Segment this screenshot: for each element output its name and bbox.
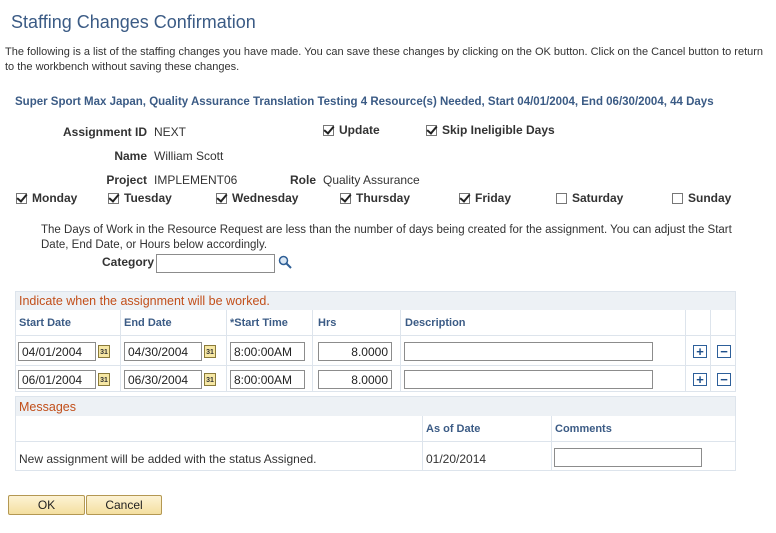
- lookup-icon[interactable]: [278, 255, 292, 272]
- row2-description-input[interactable]: [404, 370, 653, 389]
- day-friday-checkbox[interactable]: [459, 192, 470, 204]
- day-tuesday[interactable]: Tuesday: [108, 191, 172, 205]
- role-value: Quality Assurance: [323, 173, 420, 187]
- day-sunday[interactable]: Sunday: [672, 191, 731, 205]
- name-label: Name: [114, 149, 147, 163]
- day-monday[interactable]: Monday: [16, 191, 77, 205]
- row1-start-date-input[interactable]: [18, 342, 96, 361]
- row1-hrs-input[interactable]: [318, 342, 392, 361]
- col-as-of-date: As of Date: [426, 423, 481, 435]
- calendar-icon[interactable]: 31: [204, 373, 216, 386]
- col-comments: Comments: [555, 423, 612, 435]
- day-thursday[interactable]: Thursday: [340, 191, 410, 205]
- day-friday-label: Friday: [475, 191, 512, 205]
- category-input[interactable]: [156, 254, 275, 273]
- days-of-work-notice: The Days of Work in the Resource Request…: [41, 224, 732, 251]
- day-saturday-label: Saturday: [572, 191, 624, 205]
- day-wednesday[interactable]: Wednesday: [216, 191, 298, 205]
- update-label: Update: [339, 123, 380, 137]
- cancel-button[interactable]: Cancel: [86, 495, 162, 515]
- row1-add-row-button[interactable]: +: [693, 345, 707, 358]
- day-tuesday-label: Tuesday: [124, 191, 172, 205]
- schedule-header-row: Start Date End Date *Start Time Hrs Desc…: [16, 310, 735, 336]
- schedule-grid: Indicate when the assignment will be wor…: [15, 291, 736, 392]
- row2-start-time-input[interactable]: [230, 370, 305, 389]
- ok-button[interactable]: OK: [8, 495, 85, 515]
- assignment-id-value: NEXT: [154, 125, 187, 139]
- skip-ineligible-days-group[interactable]: Skip Ineligible Days: [426, 123, 555, 137]
- assignment-id-label: Assignment ID: [62, 125, 147, 139]
- calendar-icon[interactable]: 31: [204, 345, 216, 358]
- name-value: William Scott: [154, 149, 224, 163]
- row2-end-date-input[interactable]: [124, 370, 202, 389]
- day-monday-label: Monday: [32, 191, 78, 205]
- day-thursday-checkbox[interactable]: [340, 192, 351, 204]
- role-label: Role: [289, 173, 316, 187]
- day-monday-checkbox[interactable]: [16, 192, 27, 204]
- project-label: Project: [106, 173, 147, 187]
- row2-start-date-input[interactable]: [18, 370, 96, 389]
- col-start-date: Start Date: [19, 317, 71, 329]
- row2-add-row-button[interactable]: +: [693, 373, 707, 386]
- schedule-section-title: Indicate when the assignment will be wor…: [16, 292, 735, 310]
- message-text: New assignment will be added with the st…: [19, 452, 317, 466]
- row2-delete-row-button[interactable]: −: [717, 373, 731, 386]
- day-saturday-checkbox[interactable]: [556, 192, 567, 204]
- row1-delete-row-button[interactable]: −: [717, 345, 731, 358]
- update-checkbox[interactable]: [323, 124, 334, 136]
- day-saturday[interactable]: Saturday: [556, 191, 623, 205]
- project-value: IMPLEMENT06: [154, 173, 238, 187]
- day-thursday-label: Thursday: [356, 191, 411, 205]
- message-as-of-date: 01/20/2014: [426, 452, 487, 466]
- skip-ineligible-days-checkbox[interactable]: [426, 124, 437, 136]
- skip-ineligible-days-label: Skip Ineligible Days: [442, 123, 555, 137]
- row1-start-time-input[interactable]: [230, 342, 305, 361]
- messages-header-row: As of Date Comments: [16, 416, 735, 442]
- day-wednesday-checkbox[interactable]: [216, 192, 227, 204]
- category-label: Category: [102, 255, 155, 269]
- day-wednesday-label: Wednesday: [232, 191, 299, 205]
- day-sunday-checkbox[interactable]: [672, 192, 683, 204]
- row2-hrs-input[interactable]: [318, 370, 392, 389]
- messages-section-title: Messages: [16, 397, 735, 416]
- row1-description-input[interactable]: [404, 342, 653, 361]
- col-hrs: Hrs: [318, 317, 337, 329]
- day-tuesday-checkbox[interactable]: [108, 192, 119, 204]
- col-description: Description: [405, 317, 466, 329]
- col-end-date: End Date: [124, 317, 172, 329]
- intro-text: The following is a list of the staffing …: [5, 46, 764, 73]
- day-sunday-label: Sunday: [688, 191, 732, 205]
- request-summary: Super Sport Max Japan, Quality Assurance…: [15, 96, 714, 108]
- update-checkbox-group[interactable]: Update: [323, 123, 380, 137]
- calendar-icon[interactable]: 31: [98, 345, 110, 358]
- calendar-icon[interactable]: 31: [98, 373, 110, 386]
- message-comments-input[interactable]: [554, 448, 702, 467]
- messages-grid: Messages As of Date Comments New assignm…: [15, 396, 736, 471]
- day-friday[interactable]: Friday: [459, 191, 511, 205]
- col-start-time: *Start Time: [230, 317, 288, 329]
- row1-end-date-input[interactable]: [124, 342, 202, 361]
- page-title: Staffing Changes Confirmation: [11, 12, 256, 32]
